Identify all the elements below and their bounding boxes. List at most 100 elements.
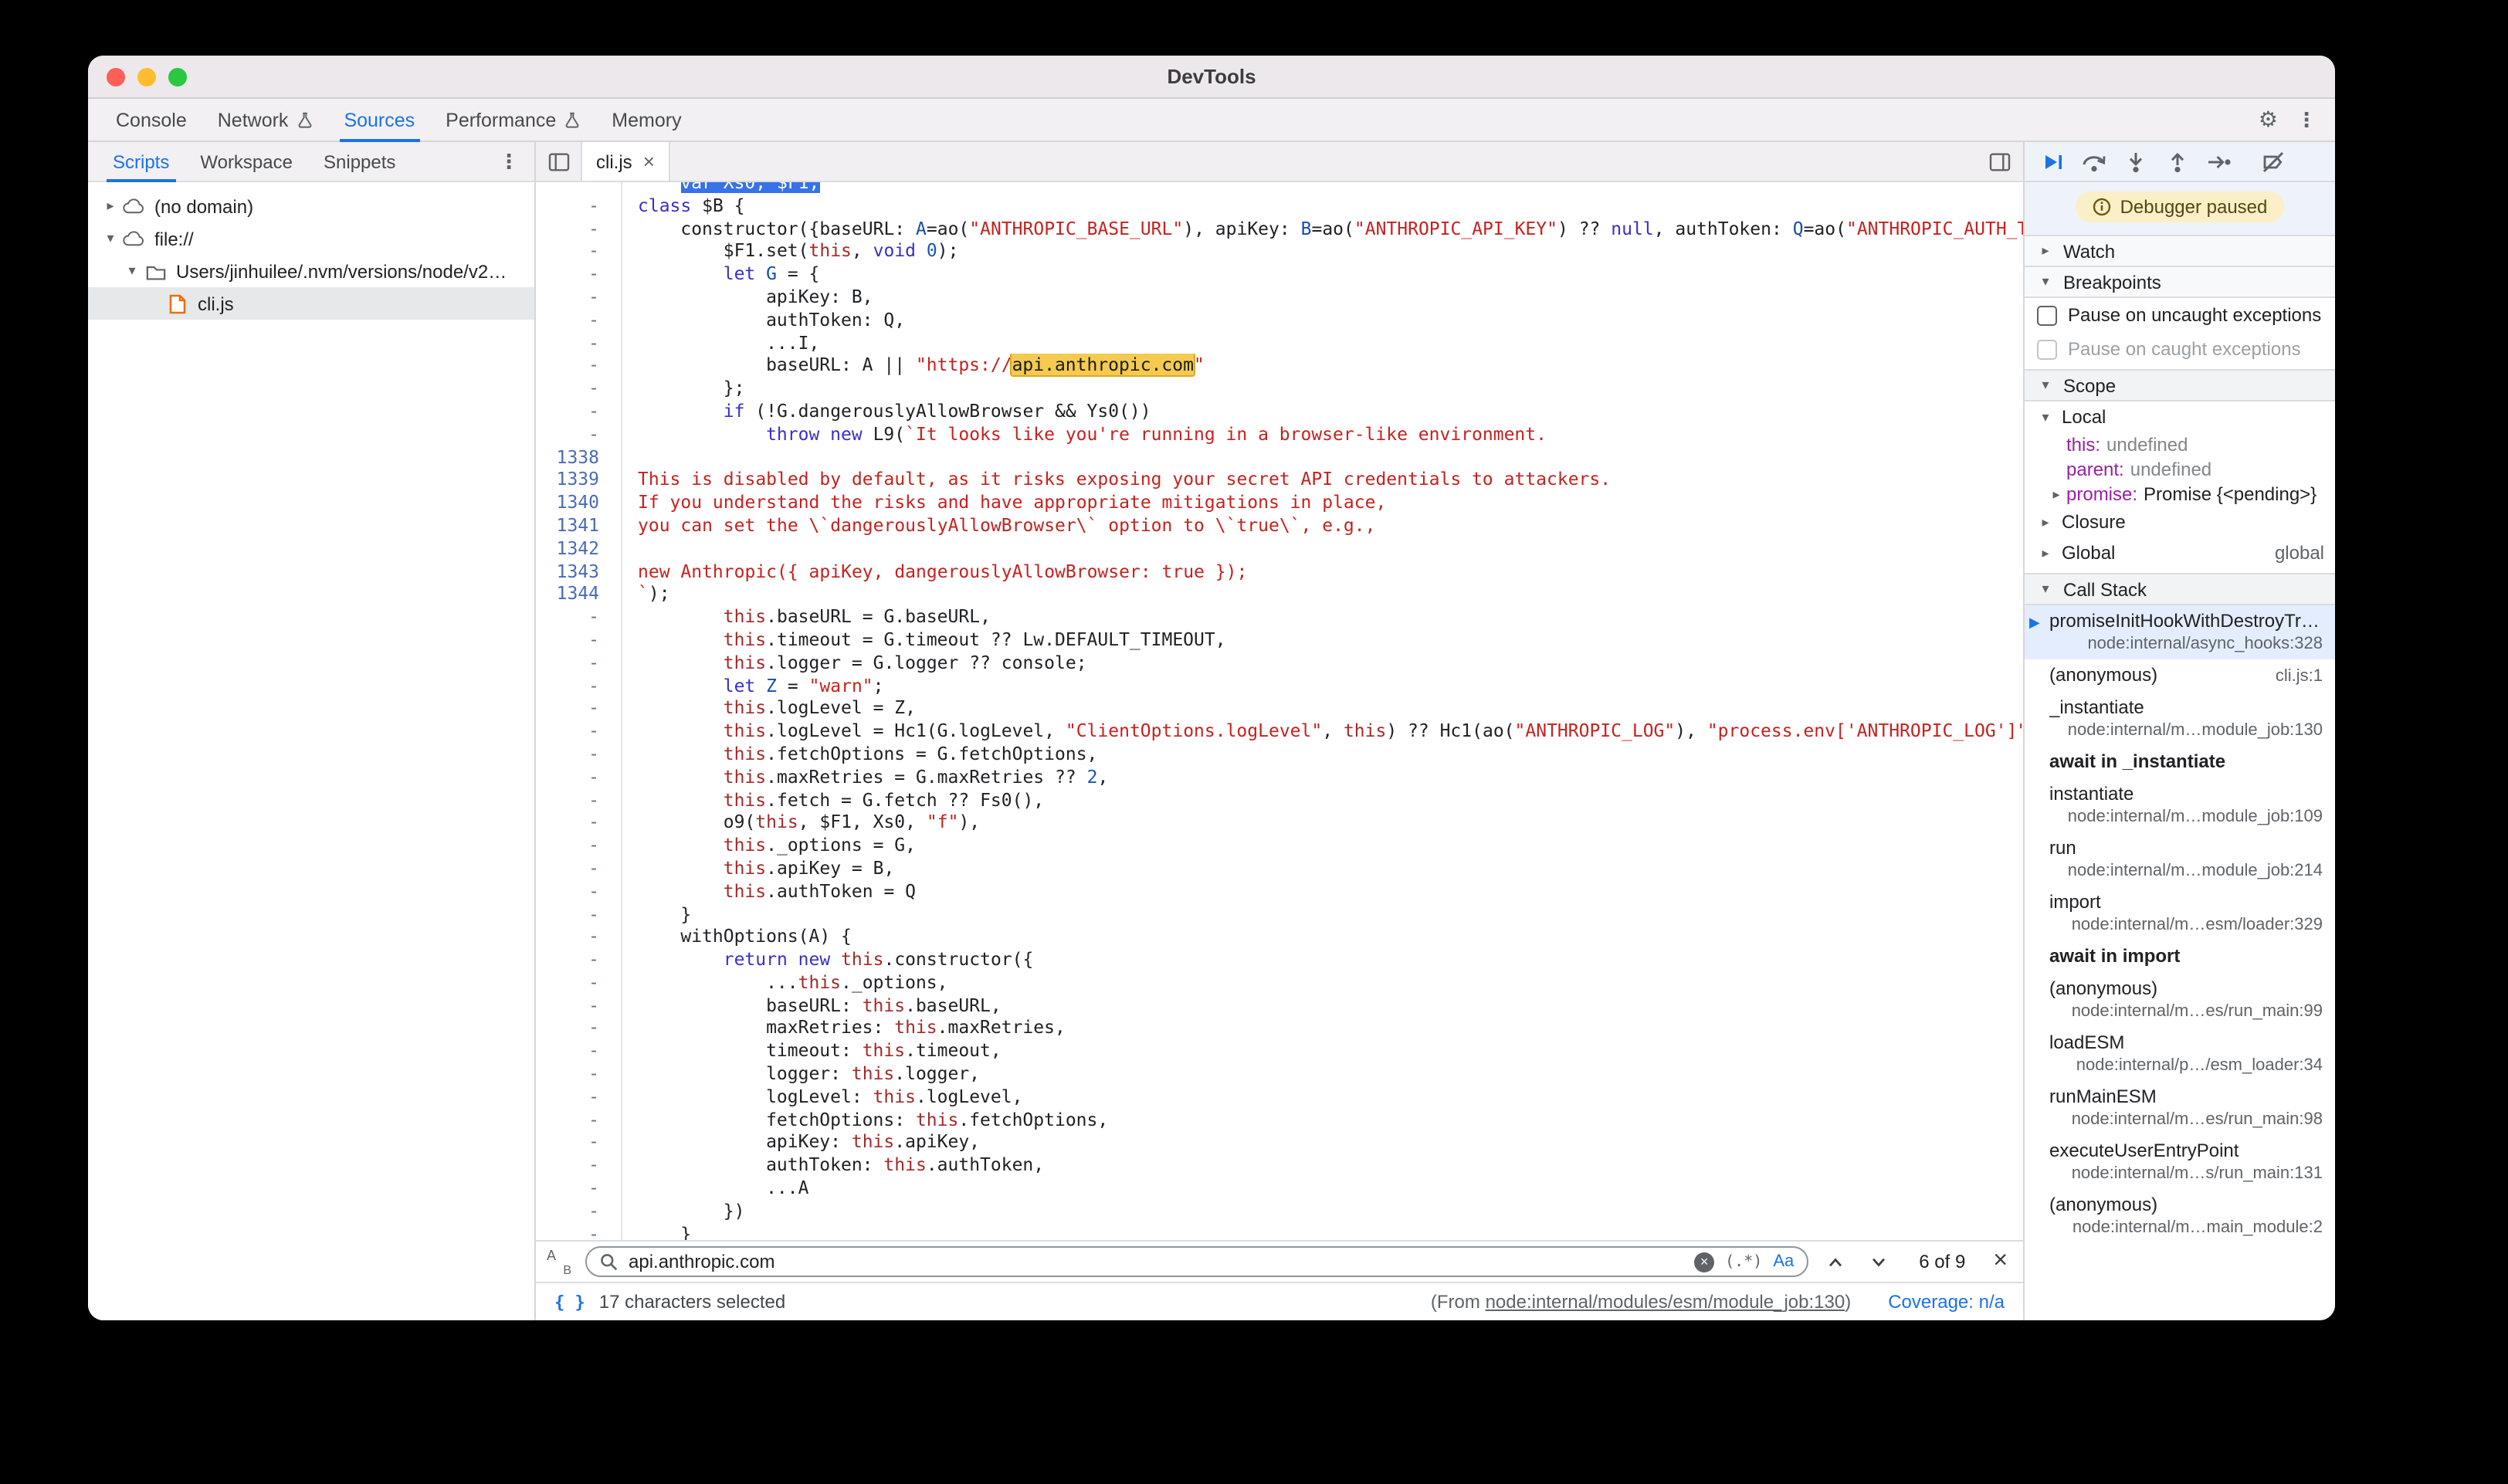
breakpoint-option[interactable]: Pause on caught exceptions	[2025, 332, 2335, 366]
checkbox[interactable]	[2037, 305, 2057, 325]
code-line[interactable]: -baseURL: this.baseURL,	[536, 994, 2023, 1017]
code-line[interactable]: -};	[536, 377, 2023, 400]
frame-location[interactable]: node:internal/m…main_module:2	[2049, 1217, 2323, 1238]
code-line[interactable]: -maxRetries: this.maxRetries,	[536, 1017, 2023, 1040]
code-line[interactable]: -if (!G.dangerouslyAllowBrowser && Ys0()…	[536, 400, 2023, 423]
code-line[interactable]: -this.apiKey = B,	[536, 857, 2023, 880]
code-line[interactable]: -...this._options,	[536, 971, 2023, 994]
call-stack-frame[interactable]: instantiatenode:internal/m…module_job:10…	[2025, 778, 2335, 832]
chevron-right-icon[interactable]: ▸	[100, 198, 120, 215]
search-input[interactable]: × (.*) Aa	[585, 1246, 1808, 1277]
tab-network[interactable]: Network	[202, 99, 329, 141]
frame-location[interactable]: node:internal/m…module_job:130	[2049, 720, 2323, 741]
call-stack-frame[interactable]: importnode:internal/m…esm/loader:329	[2025, 886, 2335, 940]
code-line[interactable]: 1341you can set the \`dangerouslyAllowBr…	[536, 514, 2023, 537]
ab-replace-toggle-icon[interactable]: A B	[545, 1249, 573, 1275]
tab-sources[interactable]: Sources	[328, 99, 430, 141]
chevron-down-icon[interactable]: ▾	[122, 263, 142, 280]
call-stack-frame[interactable]: ▶promiseInitHookWithDestroyTr…node:inter…	[2025, 605, 2335, 659]
code-line[interactable]: -}	[536, 1222, 2023, 1240]
tab-scripts[interactable]: Scripts	[97, 142, 185, 181]
code-line[interactable]: 1340If you understand the risks and have…	[536, 491, 2023, 514]
code-editor[interactable]: var Xs0, $F1,-class $B {-constructor({ba…	[536, 182, 2023, 1240]
call-stack-section-header[interactable]: ▾ Call Stack	[2025, 574, 2335, 605]
chevron-down-icon[interactable]: ▾	[2035, 408, 2056, 425]
tree-item-no-domain[interactable]: ▸(no domain)	[88, 190, 534, 222]
previous-match-button[interactable]	[1820, 1246, 1851, 1277]
code-line[interactable]: 1344`);	[536, 583, 2023, 606]
code-line[interactable]: -this.fetchOptions = G.fetchOptions,	[536, 743, 2023, 766]
code-line[interactable]: -logLevel: this.logLevel,	[536, 1086, 2023, 1109]
call-stack-frame[interactable]: (anonymous)node:internal/m…main_module:2	[2025, 1189, 2335, 1243]
breakpoints-section-header[interactable]: ▾ Breakpoints	[2025, 267, 2335, 298]
code-line[interactable]: -class $B {	[536, 195, 2023, 218]
more-options-icon[interactable]: ⋮	[2296, 107, 2317, 132]
tab-memory[interactable]: Memory	[596, 99, 696, 141]
code-line[interactable]: -let Z = "warn";	[536, 674, 2023, 697]
editor-tab-cli-js[interactable]: cli.js ×	[582, 142, 670, 181]
code-line[interactable]: -this.authToken = Q	[536, 879, 2023, 903]
code-line[interactable]: -let G = {	[536, 263, 2023, 286]
code-line[interactable]: -apiKey: B,	[536, 286, 2023, 309]
call-stack-frame[interactable]: runnode:internal/m…module_job:214	[2025, 832, 2335, 886]
code-line[interactable]: 1339This is disabled by default, as it r…	[536, 469, 2023, 492]
step-button[interactable]	[2198, 143, 2239, 180]
code-line[interactable]: -authToken: this.authToken,	[536, 1154, 2023, 1177]
code-line[interactable]: -this.timeout = G.timeout ?? Lw.DEFAULT_…	[536, 628, 2023, 652]
chevron-right-icon[interactable]: ▸	[2046, 486, 2066, 503]
code-line[interactable]: 1342	[536, 537, 2023, 561]
deactivate-breakpoints-button[interactable]	[2252, 143, 2293, 180]
chevron-down-icon[interactable]: ▾	[100, 230, 120, 247]
code-line[interactable]: -this.baseURL = G.baseURL,	[536, 605, 2023, 628]
code-line[interactable]: -fetchOptions: this.fetchOptions,	[536, 1108, 2023, 1131]
resume-script-button[interactable]	[2031, 143, 2072, 180]
call-stack-frame[interactable]: loadESMnode:internal/p…/esm_loader:34	[2025, 1027, 2335, 1081]
code-line[interactable]: -this.maxRetries = G.maxRetries ?? 2,	[536, 765, 2023, 788]
step-into-button[interactable]	[2114, 143, 2156, 180]
toggle-debugger-sidebar-icon[interactable]	[1989, 142, 2023, 181]
settings-gear-icon[interactable]: ⚙	[2259, 107, 2278, 133]
code-line[interactable]: -timeout: this.timeout,	[536, 1040, 2023, 1063]
code-line[interactable]: -withOptions(A) {	[536, 926, 2023, 949]
call-stack-frame[interactable]: runMainESMnode:internal/m…es/run_main:98	[2025, 1081, 2335, 1135]
scope-group-closure[interactable]: ▸Closure	[2025, 507, 2335, 537]
scope-section-header[interactable]: ▾ Scope	[2025, 371, 2335, 401]
tab-console[interactable]: Console	[100, 99, 202, 141]
code-line[interactable]: -this._options = G,	[536, 834, 2023, 857]
step-over-button[interactable]	[2072, 143, 2114, 180]
source-origin-link[interactable]: node:internal/modules/esm/module_job:130	[1486, 1291, 1845, 1313]
frame-location[interactable]: node:internal/m…esm/loader:329	[2049, 914, 2323, 936]
call-stack-frame[interactable]: await in _instantiate	[2025, 746, 2335, 778]
call-stack-frame[interactable]: executeUserEntryPointnode:internal/m…s/r…	[2025, 1135, 2335, 1189]
call-stack-frame[interactable]: _instantiatenode:internal/m…module_job:1…	[2025, 692, 2335, 746]
call-stack-frame[interactable]: (anonymous)cli.js:1	[2025, 659, 2335, 692]
watch-section-header[interactable]: ▸ Watch	[2025, 236, 2335, 267]
scope-variable[interactable]: this: undefined	[2025, 432, 2335, 457]
code-line[interactable]: 1343new Anthropic({ apiKey, dangerouslyA…	[536, 560, 2023, 583]
close-tab-icon[interactable]: ×	[643, 150, 655, 173]
regex-toggle-icon[interactable]: (.*)	[1725, 1253, 1762, 1270]
frame-location[interactable]: cli.js:1	[2276, 666, 2323, 687]
code-line[interactable]: -apiKey: this.apiKey,	[536, 1131, 2023, 1154]
match-case-toggle-icon[interactable]: Aa	[1773, 1252, 1794, 1271]
scope-group-global[interactable]: ▸Globalglobal	[2025, 537, 2335, 568]
breakpoint-option[interactable]: Pause on uncaught exceptions	[2025, 298, 2335, 332]
code-line[interactable]: -throw new L9(`It looks like you're runn…	[536, 423, 2023, 446]
code-line[interactable]: -this.logLevel = Z,	[536, 697, 2023, 720]
tree-item-file[interactable]: ▾file://	[88, 222, 534, 255]
next-match-button[interactable]	[1863, 1246, 1894, 1277]
tree-item-cli-js[interactable]: cli.js	[88, 287, 534, 320]
code-line[interactable]: -o9(this, $F1, Xs0, "f"),	[536, 811, 2023, 835]
scope-group-local[interactable]: ▾Local	[2025, 401, 2335, 432]
code-line[interactable]: -})	[536, 1200, 2023, 1223]
code-line[interactable]: 1338	[536, 446, 2023, 469]
tab-performance[interactable]: Performance	[430, 99, 596, 141]
frame-location[interactable]: node:internal/m…es/run_main:98	[2049, 1109, 2323, 1130]
tab-snippets[interactable]: Snippets	[308, 142, 411, 181]
toggle-navigator-icon[interactable]	[536, 142, 582, 181]
frame-location[interactable]: node:internal/m…module_job:214	[2049, 860, 2323, 882]
scope-variable[interactable]: parent: undefined	[2025, 457, 2335, 482]
frame-location[interactable]: node:internal/m…s/run_main:131	[2049, 1163, 2323, 1184]
code-line[interactable]: -logger: this.logger,	[536, 1062, 2023, 1086]
navigator-more-icon[interactable]: ⋮	[499, 142, 534, 181]
